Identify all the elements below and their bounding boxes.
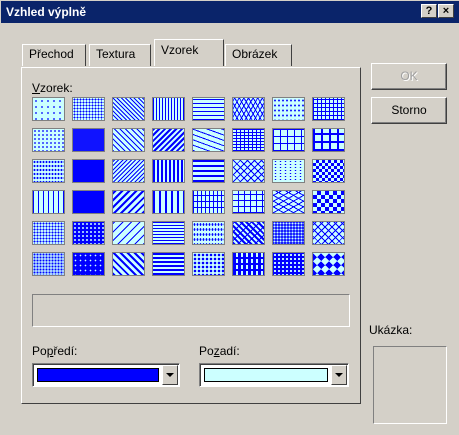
pattern-cell[interactable]: [72, 190, 105, 214]
pattern-cell[interactable]: [152, 128, 185, 152]
pattern-cell[interactable]: [152, 221, 185, 245]
foreground-color-select[interactable]: [32, 363, 180, 387]
ok-button[interactable]: OK: [371, 63, 447, 90]
pattern-cell[interactable]: [312, 252, 345, 276]
pattern-cell[interactable]: [192, 221, 225, 245]
pattern-name-box: [32, 294, 350, 327]
pattern-cell[interactable]: [72, 97, 105, 121]
pattern-cell[interactable]: [272, 159, 305, 183]
tab-label: Přechod: [29, 47, 74, 61]
pattern-cell[interactable]: [32, 252, 65, 276]
pattern-cell[interactable]: [72, 128, 105, 152]
pattern-cell[interactable]: [152, 252, 185, 276]
foreground-dropdown-button[interactable]: [162, 365, 178, 385]
tab-picture[interactable]: Obrázek: [225, 44, 292, 66]
pattern-cell[interactable]: [152, 159, 185, 183]
chevron-down-icon: [335, 373, 343, 377]
tab-texture[interactable]: Textura: [89, 44, 151, 66]
chevron-down-icon: [166, 373, 174, 377]
pattern-cell[interactable]: [152, 190, 185, 214]
pattern-grid[interactable]: [32, 97, 351, 285]
pattern-cell[interactable]: [312, 190, 345, 214]
pattern-cell[interactable]: [32, 128, 65, 152]
pattern-cell[interactable]: [192, 128, 225, 152]
pattern-cell[interactable]: [112, 159, 145, 183]
foreground-color-swatch: [37, 368, 159, 382]
pattern-cell[interactable]: [232, 159, 265, 183]
background-label: Pozadí:: [199, 344, 240, 358]
pattern-cell[interactable]: [72, 252, 105, 276]
close-icon: ×: [442, 5, 450, 17]
pattern-cell[interactable]: [232, 190, 265, 214]
pattern-cell[interactable]: [32, 97, 65, 121]
pattern-cell[interactable]: [192, 159, 225, 183]
title-bar: Vzhled výplně ? ×: [1, 1, 459, 23]
pattern-cell[interactable]: [272, 128, 305, 152]
pattern-cell[interactable]: [272, 97, 305, 121]
pattern-cell[interactable]: [272, 190, 305, 214]
pattern-cell[interactable]: [192, 190, 225, 214]
pattern-cell[interactable]: [192, 252, 225, 276]
preview-box: [373, 346, 447, 424]
pattern-cell[interactable]: [272, 221, 305, 245]
pattern-cell[interactable]: [152, 97, 185, 121]
pattern-cell[interactable]: [232, 97, 265, 121]
pattern-cell[interactable]: [232, 252, 265, 276]
pattern-cell[interactable]: [232, 221, 265, 245]
background-color-select[interactable]: [199, 363, 349, 387]
pattern-cell[interactable]: [312, 97, 345, 121]
tab-label: Textura: [96, 47, 136, 61]
pattern-cell[interactable]: [192, 97, 225, 121]
fill-effects-dialog: Vzhled výplně ? × Přechod Textura Vzorek…: [0, 0, 459, 435]
pattern-cell[interactable]: [32, 159, 65, 183]
pattern-cell[interactable]: [112, 190, 145, 214]
pattern-cell[interactable]: [112, 97, 145, 121]
pattern-label: Vzorek:: [32, 81, 73, 95]
help-button[interactable]: ?: [421, 4, 437, 18]
cancel-button-label: Storno: [391, 103, 427, 117]
background-color-swatch: [204, 368, 328, 382]
tab-label: Obrázek: [232, 47, 278, 61]
pattern-cell[interactable]: [112, 221, 145, 245]
pattern-cell[interactable]: [312, 221, 345, 245]
question-mark-icon: ?: [425, 5, 433, 17]
cancel-button[interactable]: Storno: [371, 97, 447, 124]
close-button[interactable]: ×: [438, 4, 454, 18]
window-title: Vzhled výplně: [6, 5, 87, 19]
tab-label: Vzorek: [161, 43, 199, 57]
tab-gradient[interactable]: Přechod: [22, 44, 86, 66]
pattern-cell[interactable]: [112, 128, 145, 152]
pattern-cell[interactable]: [312, 128, 345, 152]
foreground-label: Popředí:: [32, 344, 78, 358]
pattern-cell[interactable]: [112, 252, 145, 276]
pattern-cell[interactable]: [232, 128, 265, 152]
background-dropdown-button[interactable]: [331, 365, 347, 385]
tab-pattern[interactable]: Vzorek: [154, 39, 224, 66]
pattern-cell[interactable]: [32, 190, 65, 214]
pattern-cell[interactable]: [272, 252, 305, 276]
pattern-cell[interactable]: [312, 159, 345, 183]
pattern-cell[interactable]: [32, 221, 65, 245]
pattern-cell[interactable]: [72, 159, 105, 183]
ok-button-label: OK: [400, 69, 418, 83]
preview-label: Ukázka:: [369, 323, 413, 337]
pattern-cell[interactable]: [72, 221, 105, 245]
